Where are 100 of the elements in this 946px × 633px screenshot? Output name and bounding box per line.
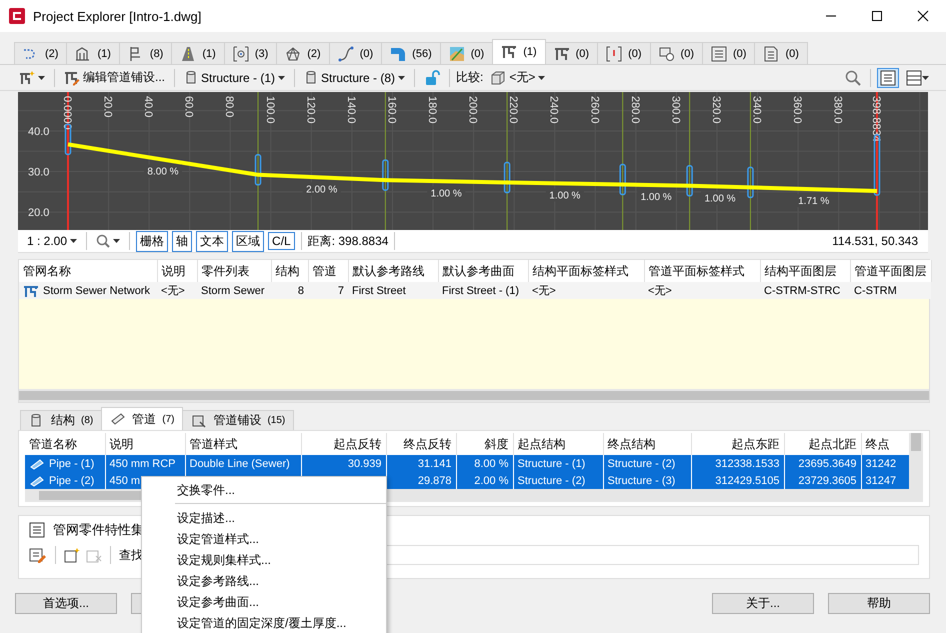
column-header[interactable]: 管道样式 bbox=[185, 433, 301, 455]
object-tab[interactable]: (1) bbox=[492, 39, 546, 64]
search-icon[interactable] bbox=[845, 70, 861, 86]
unlocked-padlock-icon[interactable] bbox=[424, 70, 440, 86]
menu-item[interactable]: 设定描述... bbox=[142, 507, 386, 528]
menu-item[interactable]: 设定参考曲面... bbox=[142, 591, 386, 612]
column-header[interactable]: 终点 bbox=[861, 433, 909, 455]
slope-label: 1.00 % bbox=[640, 192, 672, 204]
object-tab[interactable]: (0) bbox=[754, 42, 808, 64]
table-cell: 450 m bbox=[110, 474, 140, 486]
column-header[interactable]: 管道平面标签样式 bbox=[644, 260, 760, 282]
structure-dropdown[interactable]: Structure - (8) bbox=[301, 68, 408, 88]
table-cell: <无> bbox=[528, 282, 644, 299]
axis-label: 60.0 bbox=[182, 96, 195, 118]
column-header[interactable]: 管网名称 bbox=[19, 260, 157, 282]
edit-layout-button[interactable]: 编辑管道铺设... bbox=[61, 67, 168, 88]
table-cell: Storm Sewer Network bbox=[43, 284, 150, 296]
column-header[interactable]: 终点结构 bbox=[603, 433, 691, 455]
table-row[interactable]: Pipe - (1) 450 mm RCP Double Line (Sewer) 30.939 31.141 8.00 % Structure - (1) Structure - (2) 312338.1533 23695.3649 31242 bbox=[25, 455, 909, 472]
object-tab[interactable]: (0) bbox=[650, 42, 703, 64]
vertical-scrollbar[interactable] bbox=[909, 433, 923, 502]
column-header[interactable]: 零件列表 bbox=[197, 260, 271, 282]
table-cell: Structure - (1) bbox=[518, 458, 586, 470]
maximize-icon[interactable] bbox=[871, 10, 883, 22]
object-tab[interactable]: (2) bbox=[276, 42, 330, 64]
structure-marker[interactable] bbox=[382, 159, 389, 191]
column-header[interactable]: 结构 bbox=[271, 260, 308, 282]
object-tab[interactable]: (1) bbox=[66, 42, 120, 64]
structure-marker[interactable] bbox=[254, 154, 262, 186]
object-tab[interactable]: (56) bbox=[381, 42, 441, 64]
table-cell: Double Line (Sewer) bbox=[190, 458, 290, 470]
menu-item[interactable]: 设定参考路线... bbox=[142, 570, 386, 591]
toggle-button[interactable]: 栅格 bbox=[136, 230, 168, 252]
footer-button[interactable]: 帮助 bbox=[828, 593, 930, 614]
structure-marker[interactable] bbox=[686, 165, 693, 196]
object-tab[interactable]: (0) bbox=[440, 42, 494, 64]
column-header[interactable]: 说明 bbox=[157, 260, 197, 282]
axis-label: 80.0 bbox=[223, 96, 236, 118]
toggle-button[interactable]: 区域 bbox=[232, 230, 264, 252]
toggle-button[interactable]: 轴 bbox=[172, 230, 192, 252]
object-tab[interactable]: (1) bbox=[171, 42, 225, 64]
table-cell: 30.939 bbox=[348, 458, 382, 470]
column-header[interactable]: 管道名称 bbox=[25, 433, 105, 455]
menu-item[interactable]: 设定管道样式... bbox=[142, 528, 386, 549]
footer-button[interactable]: 关于... bbox=[712, 593, 814, 614]
column-header[interactable]: 结构平面标签样式 bbox=[528, 260, 644, 282]
menu-item[interactable]: 设定规则集样式... bbox=[142, 549, 386, 570]
structure-marker[interactable] bbox=[747, 166, 754, 198]
object-tab[interactable]: (0) bbox=[597, 42, 651, 64]
structure-dropdown[interactable]: Structure - (1) bbox=[181, 68, 288, 88]
part-tab[interactable]: 管道 (7) bbox=[101, 407, 184, 430]
column-header[interactable]: 起点反转 bbox=[301, 433, 386, 455]
part-tab[interactable]: 管道铺设 (15) bbox=[182, 410, 294, 430]
column-header[interactable]: 起点北距 bbox=[784, 433, 861, 455]
axis-label: 120.0 bbox=[304, 96, 316, 124]
scale-dropdown[interactable]: 1 : 2.00 bbox=[24, 232, 80, 250]
column-header[interactable]: 说明 bbox=[105, 433, 185, 455]
close-icon[interactable] bbox=[917, 10, 929, 22]
axis-label: 280.0 bbox=[628, 96, 641, 124]
window-title: Project Explorer [Intro-1.dwg] bbox=[33, 8, 202, 24]
table-cell: C-STRM bbox=[850, 282, 931, 299]
column-header[interactable]: 起点结构 bbox=[513, 433, 603, 455]
horizontal-scrollbar[interactable] bbox=[19, 389, 929, 402]
object-tab[interactable]: (3) bbox=[224, 42, 278, 64]
column-header[interactable]: 斜度 bbox=[456, 433, 513, 455]
object-tab[interactable]: (0) bbox=[544, 42, 598, 64]
toggle-button[interactable]: 文本 bbox=[196, 230, 228, 252]
polyhedron-icon bbox=[285, 46, 302, 62]
column-header[interactable]: 管道 bbox=[308, 260, 348, 282]
slope-label: 1.00 % bbox=[704, 194, 736, 205]
object-tab[interactable]: (0) bbox=[702, 42, 756, 64]
coordinates-readout: 114.531, 50.343 bbox=[832, 234, 918, 248]
object-tab[interactable]: (8) bbox=[118, 42, 172, 64]
column-header[interactable]: 结构平面图层 bbox=[760, 260, 850, 282]
toggle-button[interactable]: C/L bbox=[268, 232, 295, 250]
edit-icon[interactable] bbox=[29, 547, 47, 563]
part-tab[interactable]: 结构 (8) bbox=[20, 410, 102, 430]
column-header[interactable]: 终点反转 bbox=[386, 433, 456, 455]
column-header[interactable]: 默认参考曲面 bbox=[438, 260, 528, 282]
compare-label: 比较: bbox=[456, 69, 484, 86]
object-tab[interactable]: (2) bbox=[14, 42, 68, 64]
list-icon bbox=[880, 70, 896, 86]
footer-button[interactable]: 首选项... bbox=[15, 593, 117, 614]
table-cell: Pipe - (2) bbox=[49, 474, 94, 486]
list-view-button[interactable] bbox=[877, 68, 899, 88]
menu-item[interactable]: 设定管道的固定深度/覆土厚度... bbox=[142, 612, 386, 633]
compare-dropdown[interactable]: <无> bbox=[487, 67, 548, 88]
structure-marker[interactable] bbox=[619, 164, 626, 196]
axis-label: 200.0 bbox=[466, 96, 479, 124]
column-header[interactable]: 默认参考路线 bbox=[348, 260, 438, 282]
axis-label: 40.0 bbox=[142, 96, 154, 118]
add-icon[interactable] bbox=[64, 547, 80, 563]
table-cell: Structure - (3) bbox=[608, 474, 676, 486]
object-tab[interactable]: (0) bbox=[328, 42, 382, 64]
map-icon bbox=[448, 46, 465, 62]
axis-label: 260.0 bbox=[588, 96, 600, 124]
structure-marker[interactable] bbox=[504, 162, 510, 194]
bracket-icon bbox=[606, 46, 622, 62]
column-header[interactable]: 管道平面图层 bbox=[850, 260, 931, 282]
column-header[interactable]: 起点东距 bbox=[691, 433, 784, 455]
